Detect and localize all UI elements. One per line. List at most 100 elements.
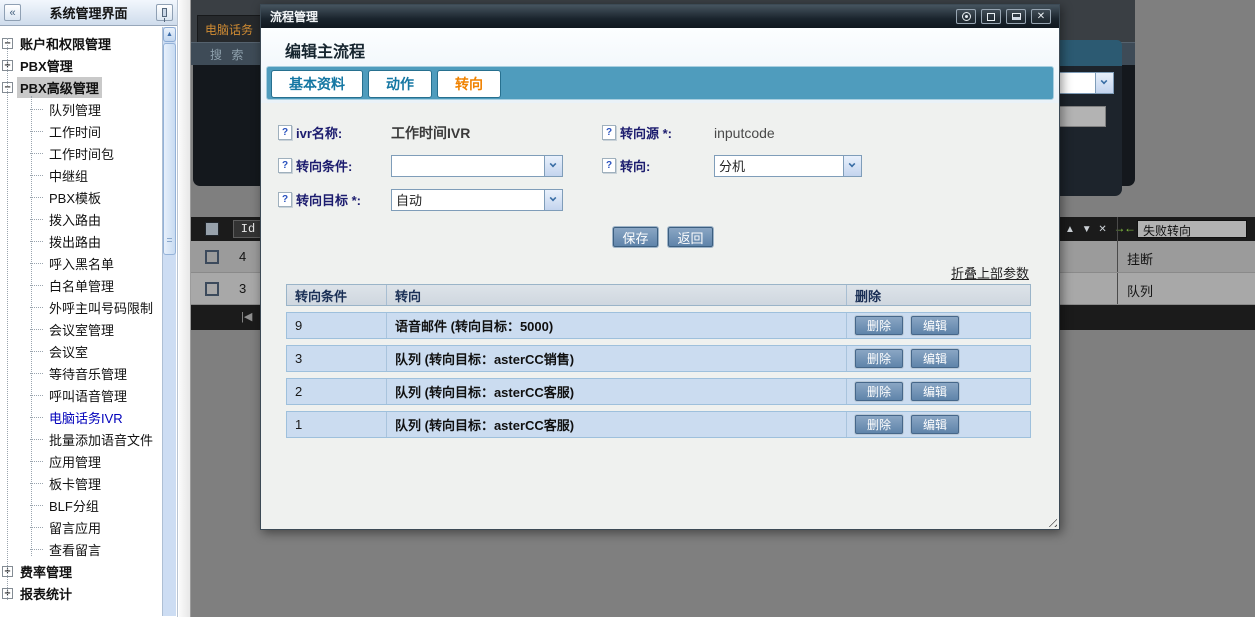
tree-item-label[interactable]: 报表统计: [17, 583, 75, 604]
tab-action[interactable]: 动作: [368, 70, 432, 98]
edit-button[interactable]: 编辑: [911, 382, 959, 401]
tree-item[interactable]: +PBX管理: [0, 54, 161, 76]
tree-item[interactable]: 呼叫语音管理: [0, 384, 161, 406]
tree-item-label[interactable]: 外呼主叫号码限制: [46, 297, 156, 318]
sidebar-collapse-icon[interactable]: «: [4, 4, 21, 21]
edit-button[interactable]: 编辑: [911, 316, 959, 335]
tree-item-label[interactable]: 账户和权限管理: [17, 33, 114, 54]
edit-button[interactable]: 编辑: [911, 415, 959, 434]
tree-item-label[interactable]: 板卡管理: [46, 473, 104, 494]
chevron-down-icon[interactable]: [544, 190, 562, 210]
panel-toggle-icon[interactable]: [956, 9, 976, 24]
row-checkbox[interactable]: [205, 250, 219, 264]
tree-item-label[interactable]: 中继组: [46, 165, 91, 186]
tree-item[interactable]: −账户和权限管理: [0, 32, 161, 54]
tree-item[interactable]: 板卡管理: [0, 472, 161, 494]
chevron-down-icon[interactable]: [843, 156, 861, 176]
tab-basic[interactable]: 基本资料: [271, 70, 363, 98]
tree-item-label[interactable]: 留言应用: [46, 517, 104, 538]
tree-item[interactable]: PBX模板: [0, 186, 161, 208]
grid-id-header[interactable]: Id: [233, 220, 263, 238]
tree-item-label[interactable]: 呼入黑名单: [46, 253, 117, 274]
tree-item-label[interactable]: 工作时间包: [46, 143, 117, 164]
condition-select[interactable]: [391, 155, 563, 177]
tree-item[interactable]: 应用管理: [0, 450, 161, 472]
tree-item-label[interactable]: 电脑话务IVR: [46, 407, 126, 428]
tree-item-label[interactable]: 应用管理: [46, 451, 104, 472]
tree-item-label[interactable]: 费率管理: [17, 561, 75, 582]
tree-item[interactable]: 中继组: [0, 164, 161, 186]
tree-item[interactable]: 呼入黑名单: [0, 252, 161, 274]
tree-item-label[interactable]: 查看留言: [46, 539, 104, 560]
tree-item[interactable]: 工作时间包: [0, 142, 161, 164]
help-icon[interactable]: ?: [278, 158, 292, 173]
tree-item[interactable]: 会议室: [0, 340, 161, 362]
target-select[interactable]: 自动: [391, 189, 563, 211]
tree-item-label[interactable]: 白名单管理: [46, 275, 117, 296]
tree-item-label[interactable]: 等待音乐管理: [46, 363, 130, 384]
pager-first-icon[interactable]: |◀: [241, 310, 252, 323]
scroll-up-icon[interactable]: ▲: [163, 27, 176, 42]
delete-button[interactable]: 删除: [855, 349, 903, 368]
fail-redirect-column-header[interactable]: 失败转向: [1137, 220, 1247, 238]
tree-item-label[interactable]: 会议室管理: [46, 319, 117, 340]
pin-icon[interactable]: [156, 4, 173, 21]
tree-item-label[interactable]: 队列管理: [46, 99, 104, 120]
sort-asc-icon[interactable]: ▲: [1065, 224, 1077, 235]
tree-item[interactable]: +费率管理: [0, 560, 161, 582]
tree-item[interactable]: 查看留言: [0, 538, 161, 560]
tree-item[interactable]: 拨入路由: [0, 208, 161, 230]
dialog-titlebar[interactable]: 流程管理 ✕: [261, 5, 1059, 28]
collapse-params-link[interactable]: 折叠上部参数: [951, 263, 1029, 282]
help-icon[interactable]: ?: [278, 125, 292, 140]
resize-grip[interactable]: [1045, 515, 1057, 527]
tree-item[interactable]: 工作时间: [0, 120, 161, 142]
tree-item[interactable]: BLF分组: [0, 494, 161, 516]
help-icon[interactable]: ?: [602, 125, 616, 140]
tree-item-label[interactable]: 批量添加语音文件: [46, 429, 156, 450]
tree-item[interactable]: 会议室管理: [0, 318, 161, 340]
tree-item-label[interactable]: PBX模板: [46, 187, 104, 208]
tree-item-label[interactable]: BLF分组: [46, 495, 102, 516]
row-checkbox[interactable]: [205, 282, 219, 296]
move-left-icon[interactable]: ←: [1124, 221, 1136, 235]
sidebar-separator[interactable]: [179, 0, 191, 617]
back-button[interactable]: 返回: [668, 227, 713, 247]
tree-item[interactable]: 队列管理: [0, 98, 161, 120]
delete-button[interactable]: 删除: [855, 316, 903, 335]
tree-item-label[interactable]: 会议室: [46, 341, 91, 362]
restore-icon[interactable]: [1006, 9, 1026, 24]
select-all-checkbox[interactable]: [205, 222, 219, 236]
help-icon[interactable]: ?: [278, 192, 292, 207]
tree-item[interactable]: 拨出路由: [0, 230, 161, 252]
close-icon[interactable]: ✕: [1031, 9, 1051, 24]
tree-item[interactable]: 批量添加语音文件: [0, 428, 161, 450]
scrollbar-thumb[interactable]: [163, 43, 176, 255]
delete-button[interactable]: 删除: [855, 415, 903, 434]
maximize-icon[interactable]: [981, 9, 1001, 24]
tree-item[interactable]: 等待音乐管理: [0, 362, 161, 384]
tree-item-label[interactable]: 呼叫语音管理: [46, 385, 130, 406]
redirect-select[interactable]: 分机: [714, 155, 862, 177]
tree-item[interactable]: 电脑话务IVR: [0, 406, 161, 428]
tree-item[interactable]: 白名单管理: [0, 274, 161, 296]
tree-item-label[interactable]: 拨出路由: [46, 231, 104, 252]
chevron-down-icon[interactable]: [544, 156, 562, 176]
delete-button[interactable]: 删除: [855, 382, 903, 401]
tree-item-label[interactable]: 拨入路由: [46, 209, 104, 230]
sidebar-scrollbar[interactable]: ▲: [162, 27, 176, 616]
edit-button[interactable]: 编辑: [911, 349, 959, 368]
chevron-down-icon[interactable]: [1095, 73, 1113, 93]
sort-desc-icon[interactable]: ▼: [1082, 224, 1094, 235]
tree-item-label[interactable]: PBX管理: [17, 55, 76, 76]
module-tab-ivr[interactable]: 电脑话务: [197, 15, 261, 42]
tree-item-label[interactable]: 工作时间: [46, 121, 104, 142]
tree-item-label[interactable]: PBX高级管理: [17, 77, 102, 98]
tab-redirect[interactable]: 转向: [437, 70, 501, 98]
tree-item[interactable]: +报表统计: [0, 582, 161, 604]
clear-icon[interactable]: ✕: [1098, 224, 1108, 235]
save-button[interactable]: 保存: [613, 227, 658, 247]
tree-item[interactable]: 外呼主叫号码限制: [0, 296, 161, 318]
tree-item[interactable]: 留言应用: [0, 516, 161, 538]
tree-item[interactable]: −PBX高级管理: [0, 76, 161, 98]
